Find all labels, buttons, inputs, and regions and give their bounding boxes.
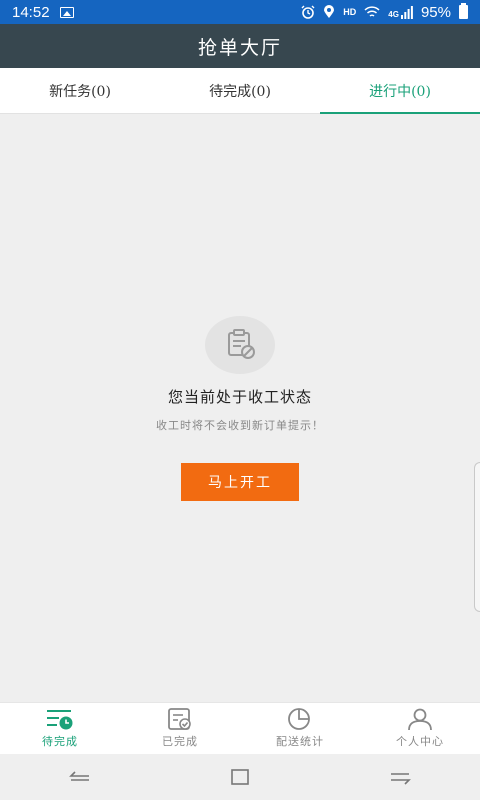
location-icon [324,5,335,18]
tab-pending[interactable]: 待完成(0) [160,68,320,113]
start-work-button[interactable]: 马上开工 [181,463,299,501]
nav-label: 个人中心 [396,735,444,748]
battery-icon [459,3,468,19]
tab-label: 进行中(0) [369,83,431,100]
list-clock-icon [47,710,73,730]
signal-icon [400,5,413,19]
gallery-icon [59,6,74,18]
tab-label: 新任务(0) [49,83,111,100]
checked-doc-icon [168,708,191,730]
system-nav-bar [0,754,480,800]
nav-label: 待完成 [42,735,78,748]
status-bar: 14:52 HD 4G 95% [0,0,480,24]
nav-label: 已完成 [162,735,198,748]
alarm-icon [301,5,315,19]
tab-label: 待完成(0) [209,83,271,100]
wifi-icon [364,5,380,17]
empty-state-badge [205,316,275,374]
nav-pending[interactable]: 待完成 [0,703,120,754]
title-bar: 抢单大厅 [0,24,480,68]
back-icon[interactable] [69,769,91,785]
empty-state: 您当前处于收工状态 收工时将不会收到新订单提示！ 马上开工 [0,316,480,501]
battery-percent: 95% [420,3,451,21]
page-title: 抢单大厅 [197,36,282,59]
user-icon [408,708,432,731]
status-time: 14:52 [12,3,50,21]
task-tabs: 新任务(0) 待完成(0) 进行中(0) [0,68,480,114]
clipboard-disabled-icon [228,329,255,359]
nav-profile[interactable]: 个人中心 [360,703,480,754]
hd-badge: HD [343,7,357,17]
pie-chart-icon [288,708,310,730]
tab-in-progress[interactable]: 进行中(0) [320,68,480,114]
bottom-nav: 待完成 已完成 配送统计 个人中心 [0,702,480,754]
network-type: 4G [388,9,399,19]
empty-state-subtitle: 收工时将不会收到新订单提示！ [156,419,324,432]
nav-label: 配送统计 [276,735,324,748]
recent-apps-icon[interactable] [389,769,411,785]
nav-delivery-stats[interactable]: 配送统计 [240,703,360,754]
empty-state-title: 您当前处于收工状态 [167,388,312,406]
home-icon[interactable] [230,768,250,786]
nav-completed[interactable]: 已完成 [120,703,240,754]
side-drawer-handle[interactable] [474,462,480,612]
tab-new-tasks[interactable]: 新任务(0) [0,68,160,113]
